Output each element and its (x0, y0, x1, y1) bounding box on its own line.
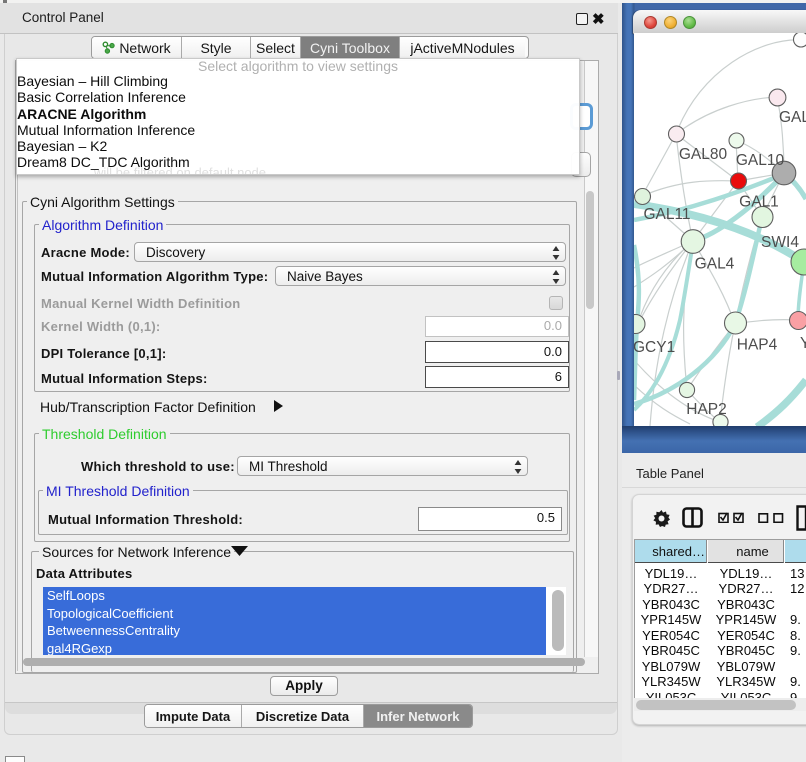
svg-text:GAL80: GAL80 (679, 146, 728, 163)
svg-text:HAP4: HAP4 (737, 337, 778, 354)
svg-text:GAL1: GAL1 (739, 194, 779, 211)
svg-text:Y: Y (800, 335, 806, 352)
svg-text:GAL: GAL (779, 109, 806, 126)
svg-text:HAP2: HAP2 (686, 401, 727, 418)
svg-text:GAL4: GAL4 (695, 256, 735, 273)
svg-text:SWI4: SWI4 (761, 234, 799, 251)
svg-text:GCY1: GCY1 (634, 339, 675, 356)
svg-text:GAL11: GAL11 (643, 206, 690, 223)
svg-text:GAL10: GAL10 (736, 152, 785, 169)
